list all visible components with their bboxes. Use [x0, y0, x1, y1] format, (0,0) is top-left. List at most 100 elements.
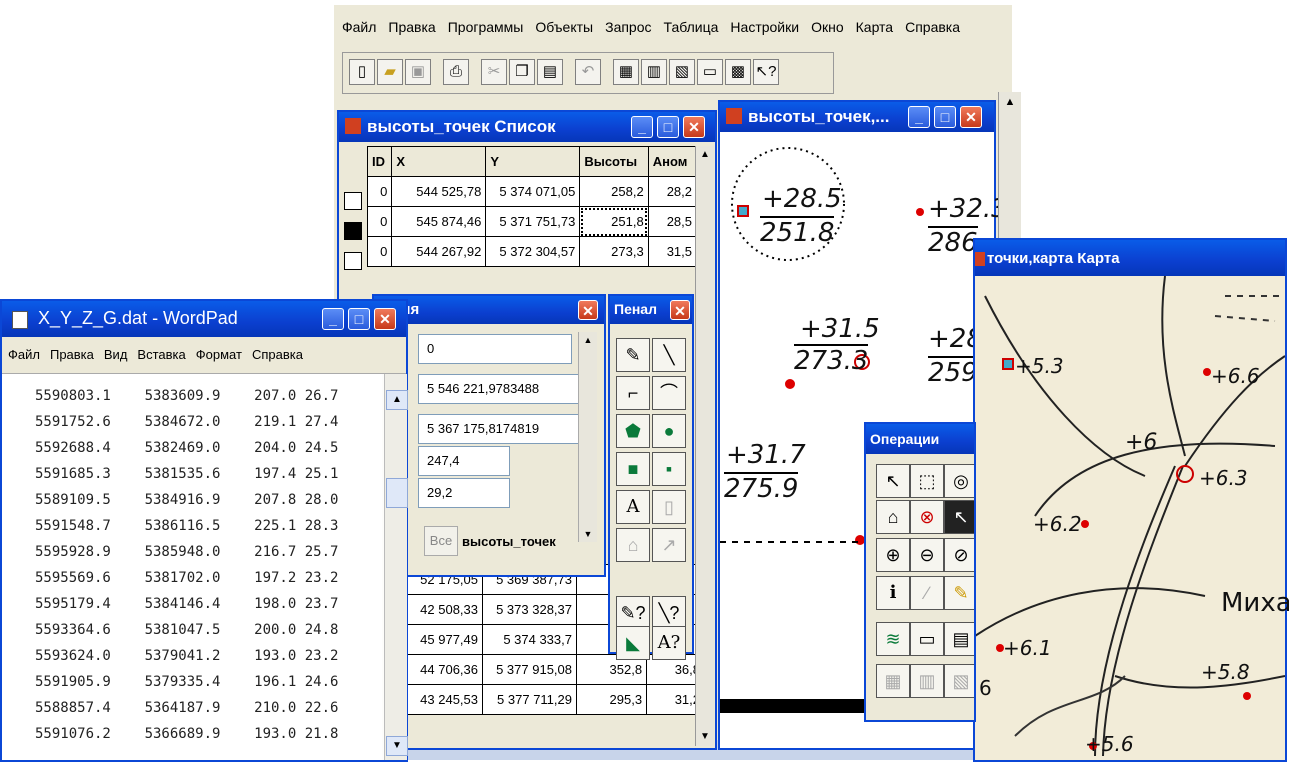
wordpad-menu-edit[interactable]: Правка — [50, 347, 94, 362]
line-style-icon[interactable]: ╲? — [652, 596, 686, 630]
minimize-button[interactable]: _ — [631, 116, 653, 138]
close-button[interactable]: ✕ — [670, 300, 690, 320]
layout-view-icon[interactable]: ▧ — [669, 59, 695, 85]
scroll-up-icon[interactable]: ▲ — [999, 92, 1021, 112]
wordpad-menu-format[interactable]: Формат — [196, 347, 242, 362]
new-document-icon[interactable]: ▯ — [349, 59, 375, 85]
map-view-icon[interactable]: ▩ — [725, 59, 751, 85]
info-tool-icon[interactable]: i — [876, 576, 910, 610]
wordpad-menu-help[interactable]: Справка — [252, 347, 303, 362]
wordpad-menu-file[interactable]: Файл — [8, 347, 40, 362]
reshape-tool-icon[interactable]: ⌂ — [616, 528, 650, 562]
menu-window[interactable]: Окно — [811, 19, 844, 35]
row-selector[interactable] — [344, 252, 362, 270]
col-y[interactable]: Y — [485, 146, 581, 177]
cell-anom[interactable]: 28,5 — [647, 206, 698, 237]
maximize-button[interactable]: □ — [348, 308, 370, 330]
zoom-out-icon[interactable]: ⊖ — [910, 538, 944, 572]
cell-x[interactable]: 45 977,49 — [405, 624, 483, 655]
cell-x[interactable]: 544 267,92 — [391, 236, 487, 267]
region-style-icon[interactable]: ◣ — [616, 626, 650, 660]
wordpad-scrollbar[interactable]: ▲ ▼ — [384, 374, 408, 760]
frame-tool-icon[interactable]: ▯ — [652, 490, 686, 524]
row-selector[interactable] — [344, 192, 362, 210]
minimize-button[interactable]: _ — [322, 308, 344, 330]
cell-height[interactable]: 251,8 — [579, 206, 649, 237]
clip-region-icon[interactable]: ▥ — [910, 664, 944, 698]
cell-anom[interactable]: 31,5 — [647, 236, 698, 267]
close-button[interactable]: ✕ — [374, 308, 396, 330]
ellipse-tool-icon[interactable]: ● — [652, 414, 686, 448]
col-heights[interactable]: Высоты — [579, 146, 649, 177]
col-x[interactable]: X — [391, 146, 487, 177]
paste-icon[interactable]: ▤ — [537, 59, 563, 85]
col-id[interactable]: ID — [366, 146, 393, 177]
copy-icon[interactable]: ❐ — [509, 59, 535, 85]
wordpad-menu-insert[interactable]: Вставка — [137, 347, 185, 362]
cell-y[interactable]: 5 371 751,73 — [485, 206, 581, 237]
table-row[interactable]: 0 544 525,78 5 374 071,05 258,2 28,2 — [366, 176, 698, 207]
region-select-icon[interactable]: ⌂ — [876, 500, 910, 534]
wordpad-menu-view[interactable]: Вид — [104, 347, 128, 362]
minimize-button[interactable]: _ — [908, 106, 930, 128]
scroll-down-icon[interactable]: ▼ — [386, 736, 408, 756]
menu-programs[interactable]: Программы — [448, 19, 524, 35]
print-icon[interactable]: ⎙ — [443, 59, 469, 85]
info-field-anom[interactable]: 29,2 — [418, 478, 510, 508]
table-row[interactable]: 0 544 267,92 5 372 304,57 273,3 31,5 — [366, 236, 698, 267]
symbol-tool-icon[interactable]: ✎ — [616, 338, 650, 372]
zoom-in-icon[interactable]: ⊕ — [876, 538, 910, 572]
undo-icon[interactable]: ↶ — [575, 59, 601, 85]
polygon-tool-icon[interactable]: ⬟ — [616, 414, 650, 448]
scroll-down-icon[interactable]: ▼ — [579, 526, 597, 542]
cell-y[interactable]: 5 373 328,37 — [482, 594, 577, 625]
scroll-down-icon[interactable]: ▼ — [696, 728, 714, 746]
cell-height[interactable]: 295,3 — [575, 684, 648, 715]
drag-map-icon[interactable]: ▧ — [944, 664, 974, 698]
browse-icon[interactable]: ▭ — [697, 59, 723, 85]
info-field-y[interactable]: 5 367 175,8174819 — [418, 414, 588, 444]
layer-control-icon[interactable]: ≋ — [876, 622, 910, 656]
row-selector-selected[interactable] — [344, 222, 362, 240]
symbol-style-icon[interactable]: ✎? — [616, 596, 650, 630]
rounded-rectangle-tool-icon[interactable]: ▪ — [652, 452, 686, 486]
radius-select-icon[interactable]: ◎ — [944, 464, 974, 498]
cell-id[interactable]: 0 — [366, 236, 393, 267]
scroll-up-icon[interactable]: ▲ — [579, 332, 597, 348]
text-tool-icon[interactable]: A — [616, 490, 650, 524]
info-field-height[interactable]: 247,4 — [418, 446, 510, 476]
select-arrow-icon[interactable]: ↖ — [876, 464, 910, 498]
info-layer-name[interactable]: высоты_точек — [462, 534, 556, 549]
cell-x[interactable]: 43 245,53 — [405, 684, 483, 715]
cell-height[interactable]: 273,3 — [579, 236, 649, 267]
menu-edit[interactable]: Правка — [388, 19, 435, 35]
statistics-icon[interactable]: ▦ — [876, 664, 910, 698]
table-row[interactable]: 43 245,53 5 377 711,29 295,3 31,2 — [405, 684, 705, 715]
text-style-icon[interactable]: A? — [652, 626, 686, 660]
ruler-icon[interactable]: ▭ — [910, 622, 944, 656]
info-scrollbar[interactable]: ▲ ▼ — [578, 332, 597, 542]
cell-y[interactable]: 5 377 915,08 — [482, 654, 577, 685]
hotlink-icon[interactable]: ∕ — [910, 576, 944, 610]
col-anom[interactable]: Аном — [647, 146, 698, 177]
menu-settings[interactable]: Настройки — [730, 19, 799, 35]
scroll-up-icon[interactable]: ▲ — [386, 390, 408, 410]
cell-x[interactable]: 545 874,46 — [391, 206, 487, 237]
close-button[interactable]: ✕ — [960, 106, 982, 128]
save-icon[interactable]: ▣ — [405, 59, 431, 85]
rectangle-tool-icon[interactable]: ■ — [616, 452, 650, 486]
cell-height[interactable]: 258,2 — [579, 176, 649, 207]
list-scrollbar[interactable]: ▲ ▼ — [695, 146, 714, 746]
help-pointer-icon[interactable]: ↖? — [753, 59, 779, 85]
cell-anom[interactable]: 28,2 — [647, 176, 698, 207]
menu-file[interactable]: Файл — [342, 19, 376, 35]
cell-x[interactable]: 42 508,33 — [405, 594, 483, 625]
unselect-icon[interactable]: ⊗ — [910, 500, 944, 534]
marquee-select-icon[interactable]: ⬚ — [910, 464, 944, 498]
scroll-thumb[interactable] — [386, 478, 408, 508]
label-tool-icon[interactable]: ✎ — [944, 576, 974, 610]
scanned-map-canvas[interactable] — [975, 276, 1285, 760]
close-button[interactable]: ✕ — [578, 300, 598, 320]
legend-icon[interactable]: ▤ — [944, 622, 974, 656]
cell-y[interactable]: 5 374 333,7 — [482, 624, 577, 655]
